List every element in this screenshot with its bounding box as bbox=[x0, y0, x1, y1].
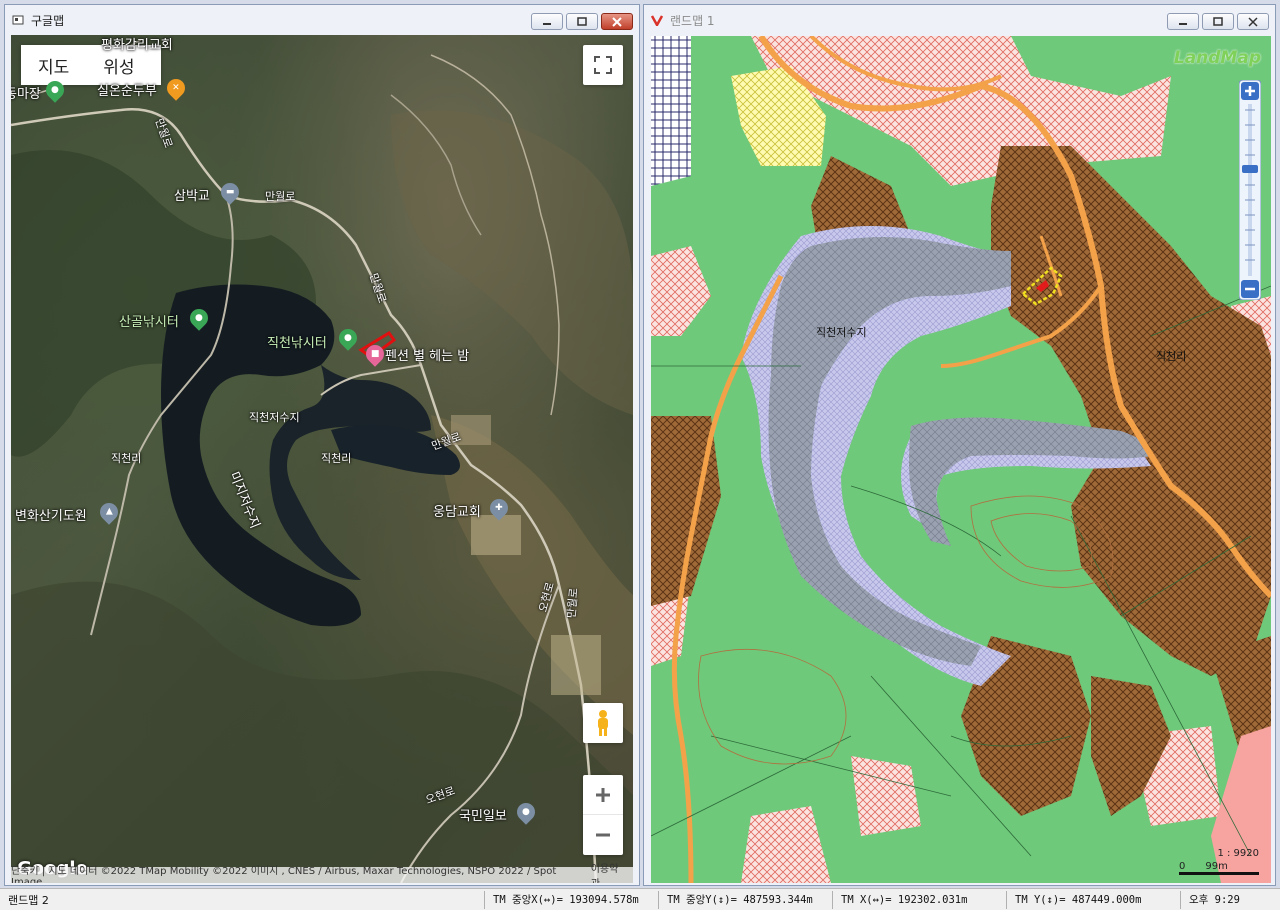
label-bridge[interactable]: 삼박교 bbox=[174, 185, 210, 204]
status-tm-x: TM X(↔)= 192302.031m bbox=[832, 890, 1006, 909]
close-button[interactable] bbox=[601, 13, 633, 30]
zoom-control bbox=[583, 775, 623, 855]
landmap-app-icon bbox=[650, 13, 664, 27]
window-title: 랜드맵 1 bbox=[670, 13, 715, 28]
status-bar: 랜드맵 2 TM 중앙X(↔)= 193094.578m TM 중앙Y(↕)= … bbox=[0, 888, 1280, 910]
minimize-icon bbox=[543, 22, 551, 25]
zoom-out-button[interactable] bbox=[583, 815, 623, 855]
maximize-icon bbox=[577, 17, 587, 26]
google-map-window: 구글맵 지도 위성 평화감리교회 마장 ● 실온순두부 ✕ 만월로 삼박교 ▬ … bbox=[4, 4, 640, 886]
status-tm-center-y: TM 중앙Y(↕)= 487593.344m bbox=[658, 890, 832, 909]
label-church-2[interactable]: 웅담교회 bbox=[433, 501, 481, 520]
label-fishing-2[interactable]: 직천낚시터 bbox=[267, 332, 327, 351]
scale-ratio: 1 : 9920 bbox=[1217, 848, 1259, 859]
label-village-1[interactable]: 직천리 bbox=[111, 450, 141, 466]
scale-distance: 99m bbox=[1205, 861, 1228, 872]
maximize-button[interactable] bbox=[1202, 13, 1234, 30]
landmap-titlebar[interactable]: 랜드맵 1 bbox=[644, 5, 1275, 35]
scale-zero: 0 bbox=[1179, 861, 1186, 872]
maximize-button[interactable] bbox=[566, 13, 598, 30]
minimize-button[interactable] bbox=[1167, 13, 1199, 30]
zoom-slider[interactable] bbox=[1238, 79, 1262, 301]
label-place-left-top[interactable]: 동마장 bbox=[11, 83, 41, 102]
window-app-icon bbox=[11, 13, 25, 27]
close-icon bbox=[612, 16, 622, 27]
map-scale: 1 : 9920 0 99m bbox=[1179, 848, 1259, 875]
label-shop-top[interactable]: 실온순두부 bbox=[97, 80, 157, 99]
minimize-button[interactable] bbox=[531, 13, 563, 30]
landmap-window: 랜드맵 1 직천저수지 직천리 LandMap 1: 9920 0 99m bbox=[643, 4, 1276, 886]
close-button[interactable] bbox=[1237, 13, 1269, 30]
zoom-slider-graphic bbox=[1238, 79, 1262, 301]
landmap-logo: LandMap bbox=[1173, 48, 1261, 68]
minimize-icon bbox=[1179, 22, 1187, 25]
label-church-top[interactable]: 평화감리교회 bbox=[101, 35, 173, 53]
zoom-in-button[interactable] bbox=[583, 775, 623, 815]
status-tm-y: TM Y(↕)= 487449.000m bbox=[1006, 890, 1180, 909]
status-clock: 오후 9:29 bbox=[1180, 890, 1280, 909]
label-road-manweol-2: 만월로 bbox=[265, 190, 296, 203]
google-map-titlebar[interactable]: 구글맵 bbox=[5, 5, 639, 35]
label-village-2[interactable]: 직천리 bbox=[321, 450, 351, 466]
fullscreen-icon bbox=[594, 56, 612, 74]
label-arboretum[interactable]: 변화산기도원 bbox=[15, 505, 87, 524]
map-type-map-button[interactable]: 지도 bbox=[21, 53, 86, 78]
maximize-icon bbox=[1213, 17, 1223, 26]
label-village[interactable]: 직천리 bbox=[1156, 348, 1186, 364]
window-title: 구글맵 bbox=[31, 13, 65, 28]
map-attribution: 단축키 | 지도 데이터 ©2022 TMap Mobility ©2022 이… bbox=[11, 864, 633, 883]
close-icon bbox=[1248, 16, 1258, 27]
attribution-text: 단축키 | 지도 데이터 ©2022 TMap Mobility ©2022 이… bbox=[11, 866, 557, 883]
label-reservoir-1[interactable]: 직천저수지 bbox=[249, 409, 300, 425]
scale-bar-line bbox=[1179, 872, 1259, 875]
land-use-map bbox=[651, 36, 1271, 883]
fullscreen-button[interactable] bbox=[583, 45, 623, 85]
plus-icon bbox=[596, 787, 610, 802]
terms-link[interactable]: 이용약관 bbox=[591, 860, 627, 883]
label-road-manweol-5: 만월로 bbox=[564, 587, 581, 619]
satellite-map[interactable]: 지도 위성 평화감리교회 동마장 ● bbox=[11, 35, 633, 883]
minus-icon bbox=[596, 833, 610, 837]
label-reservoir[interactable]: 직천저수지 bbox=[816, 324, 867, 340]
label-fishing-1[interactable]: 산골낚시터 bbox=[119, 311, 179, 330]
pegman-icon bbox=[598, 710, 608, 736]
landmap-map[interactable]: 직천저수지 직천리 LandMap 1: 9920 0 99m bbox=[651, 36, 1271, 883]
label-pension[interactable]: 펜션 별 헤는 밤 bbox=[385, 345, 469, 364]
status-tm-center-x: TM 중앙X(↔)= 193094.578m bbox=[484, 890, 658, 909]
map-type-satellite-button[interactable]: 위성 bbox=[86, 53, 151, 78]
street-view-pegman-button[interactable] bbox=[583, 703, 623, 743]
label-news[interactable]: 국민일보 bbox=[459, 805, 507, 824]
status-app: 랜드맵 2 bbox=[8, 893, 49, 907]
